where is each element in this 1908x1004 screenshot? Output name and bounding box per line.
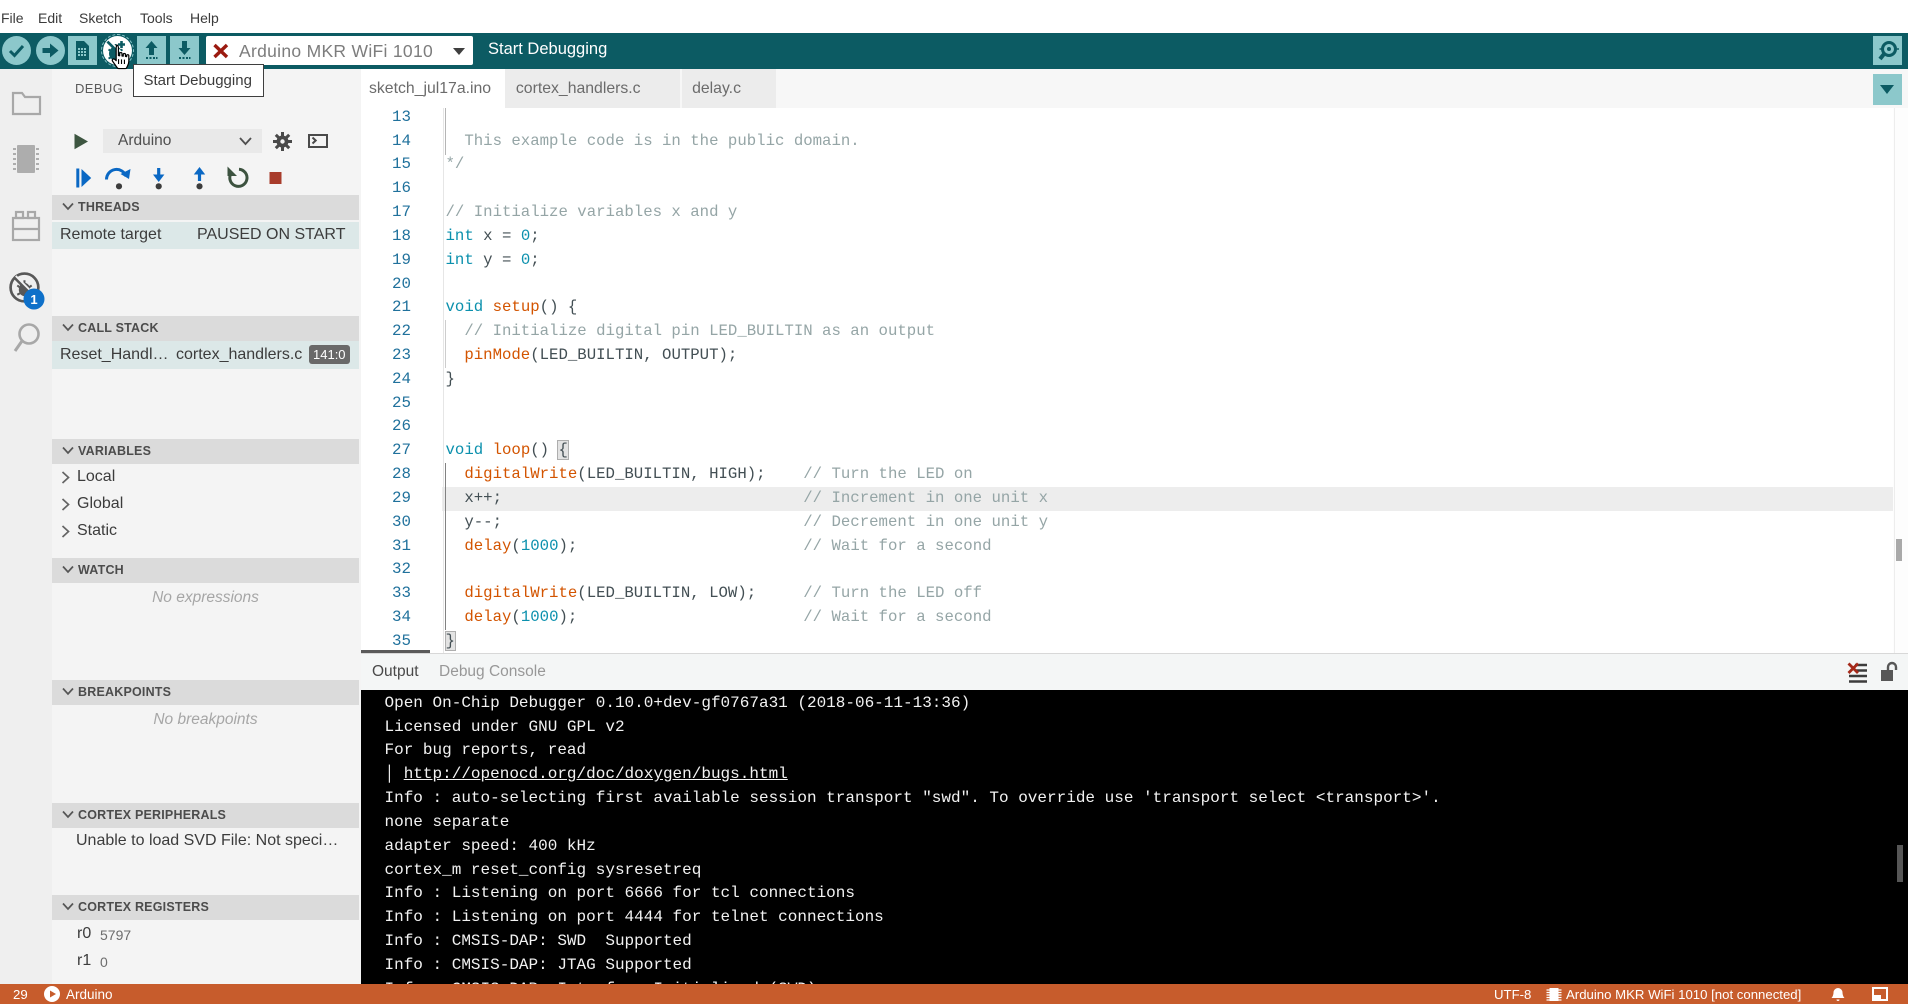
svg-text:1: 1 <box>30 292 37 307</box>
